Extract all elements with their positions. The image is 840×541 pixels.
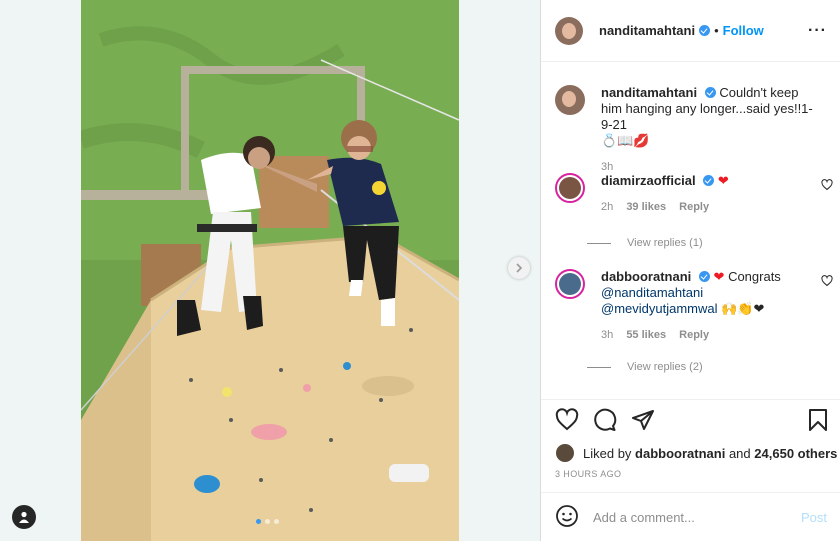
bookmark-icon[interactable] [807, 408, 829, 435]
view-replies-button[interactable]: View replies (1) [587, 237, 703, 249]
user-icon[interactable] [12, 505, 36, 529]
chevron-right-icon [514, 261, 524, 276]
liked-and: and [728, 445, 751, 461]
post-header: nanditamahtani • Follow ··· [541, 0, 840, 62]
share-icon[interactable] [631, 408, 655, 432]
heart-icon[interactable] [555, 408, 579, 432]
comment-text: Congrats [728, 269, 781, 284]
avatar[interactable] [555, 173, 585, 203]
post-side-panel: nanditamahtani • Follow ··· nanditamahta… [540, 0, 840, 541]
comment-text: ❤ [717, 173, 729, 188]
emoji-icon[interactable] [555, 504, 579, 531]
carousel-dots [256, 519, 279, 524]
comment-likes[interactable]: 55 likes [626, 329, 666, 341]
caption-username[interactable]: nanditamahtani [601, 85, 697, 100]
comment-time: 2h [601, 201, 614, 213]
post-photo[interactable] [81, 0, 459, 541]
avatar[interactable] [555, 85, 585, 115]
comment-username[interactable]: diamirzaofficial [601, 173, 696, 188]
comment-item: dabbooratnani ❤ Congrats @nanditamahtani… [555, 269, 835, 369]
likes-count[interactable]: 24,650 others [754, 446, 837, 461]
verified-icon [698, 271, 710, 282]
post-username[interactable]: nanditamahtani [599, 23, 695, 38]
liked-by-user[interactable]: dabbooratnani [635, 446, 725, 461]
caption-emoji: 💍📖💋 [601, 133, 650, 148]
heart-icon[interactable] [821, 179, 835, 193]
comment-username[interactable]: dabbooratnani [601, 269, 691, 284]
comment-emoji: 🙌👏❤ [721, 301, 765, 316]
verified-icon [704, 87, 716, 98]
comment-likes[interactable]: 39 likes [626, 201, 666, 213]
avatar[interactable] [555, 269, 585, 299]
comment-input[interactable]: Add a comment... [593, 510, 801, 525]
comments-list[interactable]: nanditamahtani Couldn't keep him hanging… [541, 63, 840, 399]
likes-summary[interactable]: Liked by dabbooratnani and 24,650 others [555, 443, 837, 463]
add-comment-bar: Add a comment... Post [541, 492, 840, 541]
liked-by-label: Liked by [583, 445, 632, 461]
mention-link[interactable]: @mevidyutjammwal [601, 301, 718, 316]
comment-icon[interactable] [593, 408, 617, 432]
comment-time: 3h [601, 329, 614, 341]
next-image-button[interactable] [508, 257, 530, 279]
mention-link[interactable]: @nanditamahtani [601, 285, 703, 300]
verified-icon [699, 25, 711, 36]
heart-icon[interactable] [821, 275, 835, 289]
reply-button[interactable]: Reply [679, 201, 709, 213]
follow-button[interactable]: Follow [723, 23, 764, 38]
caption-item: nanditamahtani Couldn't keep him hanging… [555, 85, 835, 173]
caption-time: 3h [601, 161, 614, 173]
more-icon[interactable]: ··· [808, 22, 827, 40]
heart-emoji: ❤ [713, 269, 725, 284]
verified-icon [703, 175, 715, 186]
reply-button[interactable]: Reply [679, 329, 709, 341]
post-button[interactable]: Post [801, 510, 827, 525]
avatar[interactable] [555, 16, 583, 45]
avatar[interactable] [555, 443, 575, 463]
separator-dot: • [714, 23, 719, 38]
post-timestamp: 3 HOURS AGO [555, 469, 622, 479]
post-actions: Liked by dabbooratnani and 24,650 others… [541, 399, 840, 500]
view-replies-button[interactable]: View replies (2) [587, 361, 703, 373]
